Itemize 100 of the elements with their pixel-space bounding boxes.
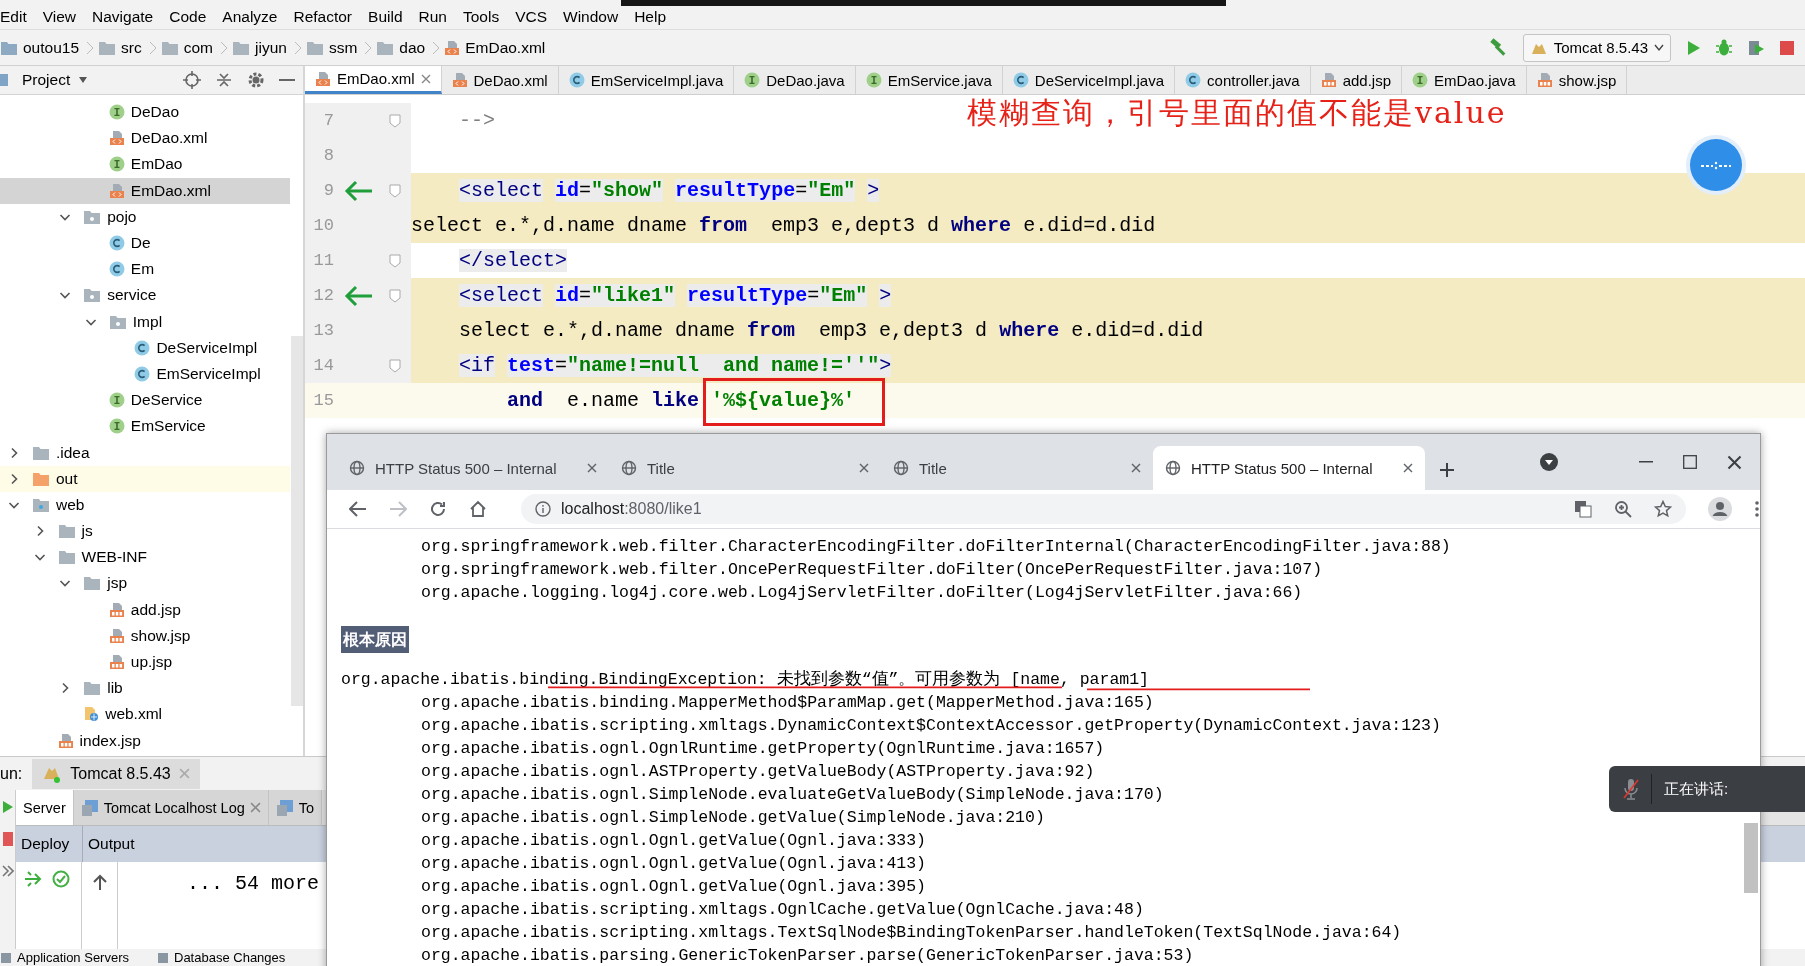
breadcrumb[interactable]: src xyxy=(121,38,142,57)
tree-item[interactable]: WEB-INF xyxy=(0,544,290,571)
menu-item[interactable]: Analyze xyxy=(214,8,286,26)
tree-item[interactable]: .idea xyxy=(0,439,290,466)
minimize-icon[interactable] xyxy=(1639,461,1653,463)
tab-search-icon[interactable] xyxy=(1539,452,1559,472)
bug-icon[interactable] xyxy=(1715,38,1733,57)
panel-tab[interactable]: Tomcat Localhost Log xyxy=(73,790,269,825)
editor-tab[interactable]: controller.java xyxy=(1175,66,1311,94)
editor-tab[interactable]: add.jsp xyxy=(1310,66,1402,94)
breadcrumb[interactable]: jiyun xyxy=(255,38,287,57)
close-icon[interactable] xyxy=(1131,463,1141,473)
close-icon[interactable] xyxy=(1727,454,1742,470)
editor-tab[interactable]: DeServiceImpl.java xyxy=(1002,66,1176,94)
up-arrow-icon[interactable] xyxy=(92,874,107,890)
editor-tab[interactable]: DeDao.xml xyxy=(441,66,559,94)
tree-item[interactable]: DeDao xyxy=(0,99,290,126)
menu-item[interactable]: Code xyxy=(161,8,215,26)
tree-item[interactable]: EmServiceImpl xyxy=(0,360,290,388)
breadcrumb[interactable]: outou15 xyxy=(23,38,80,57)
browser-tab[interactable]: Title xyxy=(609,446,881,490)
menu-item[interactable]: Window xyxy=(555,8,627,26)
home-icon[interactable] xyxy=(469,500,487,518)
deploy-icon[interactable] xyxy=(24,870,42,888)
close-icon[interactable] xyxy=(859,463,869,473)
avatar-icon[interactable] xyxy=(1708,497,1732,521)
arrow-left-icon[interactable] xyxy=(344,179,374,202)
tree-item[interactable]: add.jsp xyxy=(0,596,290,623)
editor-tab[interactable]: EmServiceImpl.java xyxy=(558,66,735,94)
menu-item[interactable]: Help xyxy=(626,8,675,26)
tree-item[interactable]: lib xyxy=(0,675,290,702)
close-icon[interactable] xyxy=(1403,463,1413,473)
breadcrumb[interactable]: com xyxy=(183,38,213,57)
browser-tab[interactable]: HTTP Status 500 – Internal xyxy=(337,446,609,490)
tree-item[interactable]: index.jsp xyxy=(0,727,290,754)
tree-item[interactable]: EmDao.xml xyxy=(0,177,290,204)
tree-item[interactable]: De xyxy=(0,229,290,257)
editor-tab[interactable]: EmDao.xml xyxy=(305,66,442,94)
stop-icon[interactable] xyxy=(1779,39,1795,56)
tree-item[interactable]: EmService xyxy=(0,413,290,440)
tree-item[interactable]: service xyxy=(0,282,290,309)
tree-item[interactable]: Impl xyxy=(0,308,290,335)
menu-item[interactable]: VCS xyxy=(507,8,555,26)
tree-item[interactable]: web xyxy=(0,491,290,518)
tree-item[interactable]: DeServiceImpl xyxy=(0,334,290,361)
back-icon[interactable] xyxy=(349,501,367,517)
tree-item[interactable]: jsp xyxy=(0,570,290,597)
locate-icon[interactable] xyxy=(183,71,201,89)
minimize-icon[interactable] xyxy=(279,78,295,82)
menu-item[interactable]: Tools xyxy=(454,8,508,26)
scrollbar[interactable] xyxy=(1744,823,1758,893)
menu-item[interactable]: Build xyxy=(360,8,411,26)
rerun-icon[interactable] xyxy=(1,800,14,814)
editor-tab[interactable]: DeDao.java xyxy=(734,66,856,94)
panel-tab[interactable]: Server xyxy=(16,790,74,825)
settings-icon[interactable] xyxy=(247,71,265,89)
tree-item[interactable]: DeService xyxy=(0,387,290,414)
tool-window-button[interactable]: Application Servers xyxy=(17,950,129,965)
stop-icon[interactable] xyxy=(2,832,13,846)
close-icon[interactable] xyxy=(420,73,431,84)
new-tab-icon[interactable] xyxy=(1439,462,1455,478)
zoom-icon[interactable] xyxy=(1614,500,1632,518)
redeploy-icon[interactable] xyxy=(1,864,14,878)
tree-item[interactable]: EmDao xyxy=(0,151,290,178)
translate-icon[interactable] xyxy=(1574,500,1592,518)
reload-icon[interactable] xyxy=(429,500,447,518)
menu-item[interactable]: View xyxy=(34,8,85,26)
tree-item[interactable]: js xyxy=(0,518,290,545)
panel-title[interactable]: Project xyxy=(22,71,71,89)
collapse-icon[interactable] xyxy=(215,71,233,89)
breadcrumb[interactable]: ssm xyxy=(328,38,358,57)
menu-item[interactable]: Refactor xyxy=(285,8,361,26)
browser-tab[interactable]: Title xyxy=(881,446,1153,490)
run-config-dropdown[interactable]: Tomcat 8.5.43 xyxy=(1522,33,1671,62)
star-icon[interactable] xyxy=(1654,500,1672,518)
editor-tab[interactable]: show.jsp xyxy=(1526,66,1628,94)
panel-tab[interactable]: To xyxy=(268,790,323,825)
tree-item[interactable]: show.jsp xyxy=(0,622,290,649)
close-icon[interactable] xyxy=(587,463,597,473)
tree-item[interactable]: out xyxy=(0,465,290,492)
tree-item[interactable]: up.jsp xyxy=(0,648,290,676)
tool-window-button[interactable]: Database Changes xyxy=(174,950,286,965)
tree-item[interactable]: pojo xyxy=(0,203,290,230)
browser-tab[interactable]: HTTP Status 500 – Internal xyxy=(1153,446,1425,490)
tree-item[interactable]: Em xyxy=(0,256,290,283)
run-tab[interactable]: Tomcat 8.5.43 xyxy=(32,758,200,789)
menu-item[interactable]: Navigate xyxy=(84,8,162,26)
run-icon[interactable] xyxy=(1685,39,1701,56)
address-bar[interactable]: localhost:8080/like1 xyxy=(521,494,1686,524)
breadcrumb[interactable]: EmDao.xml xyxy=(465,38,546,57)
maximize-icon[interactable] xyxy=(1683,455,1697,469)
arrow-left-icon[interactable] xyxy=(344,284,374,307)
editor-tab[interactable]: EmService.java xyxy=(855,66,1003,94)
tree-item[interactable]: DeDao.xml xyxy=(0,125,290,152)
tree-item[interactable]: web.xml xyxy=(0,701,290,728)
menu-icon[interactable] xyxy=(1754,500,1760,518)
breadcrumb[interactable]: dao xyxy=(399,38,426,57)
scrollbar[interactable] xyxy=(291,336,303,706)
caret-icon[interactable] xyxy=(78,76,89,84)
menu-item[interactable]: Run xyxy=(410,8,455,26)
